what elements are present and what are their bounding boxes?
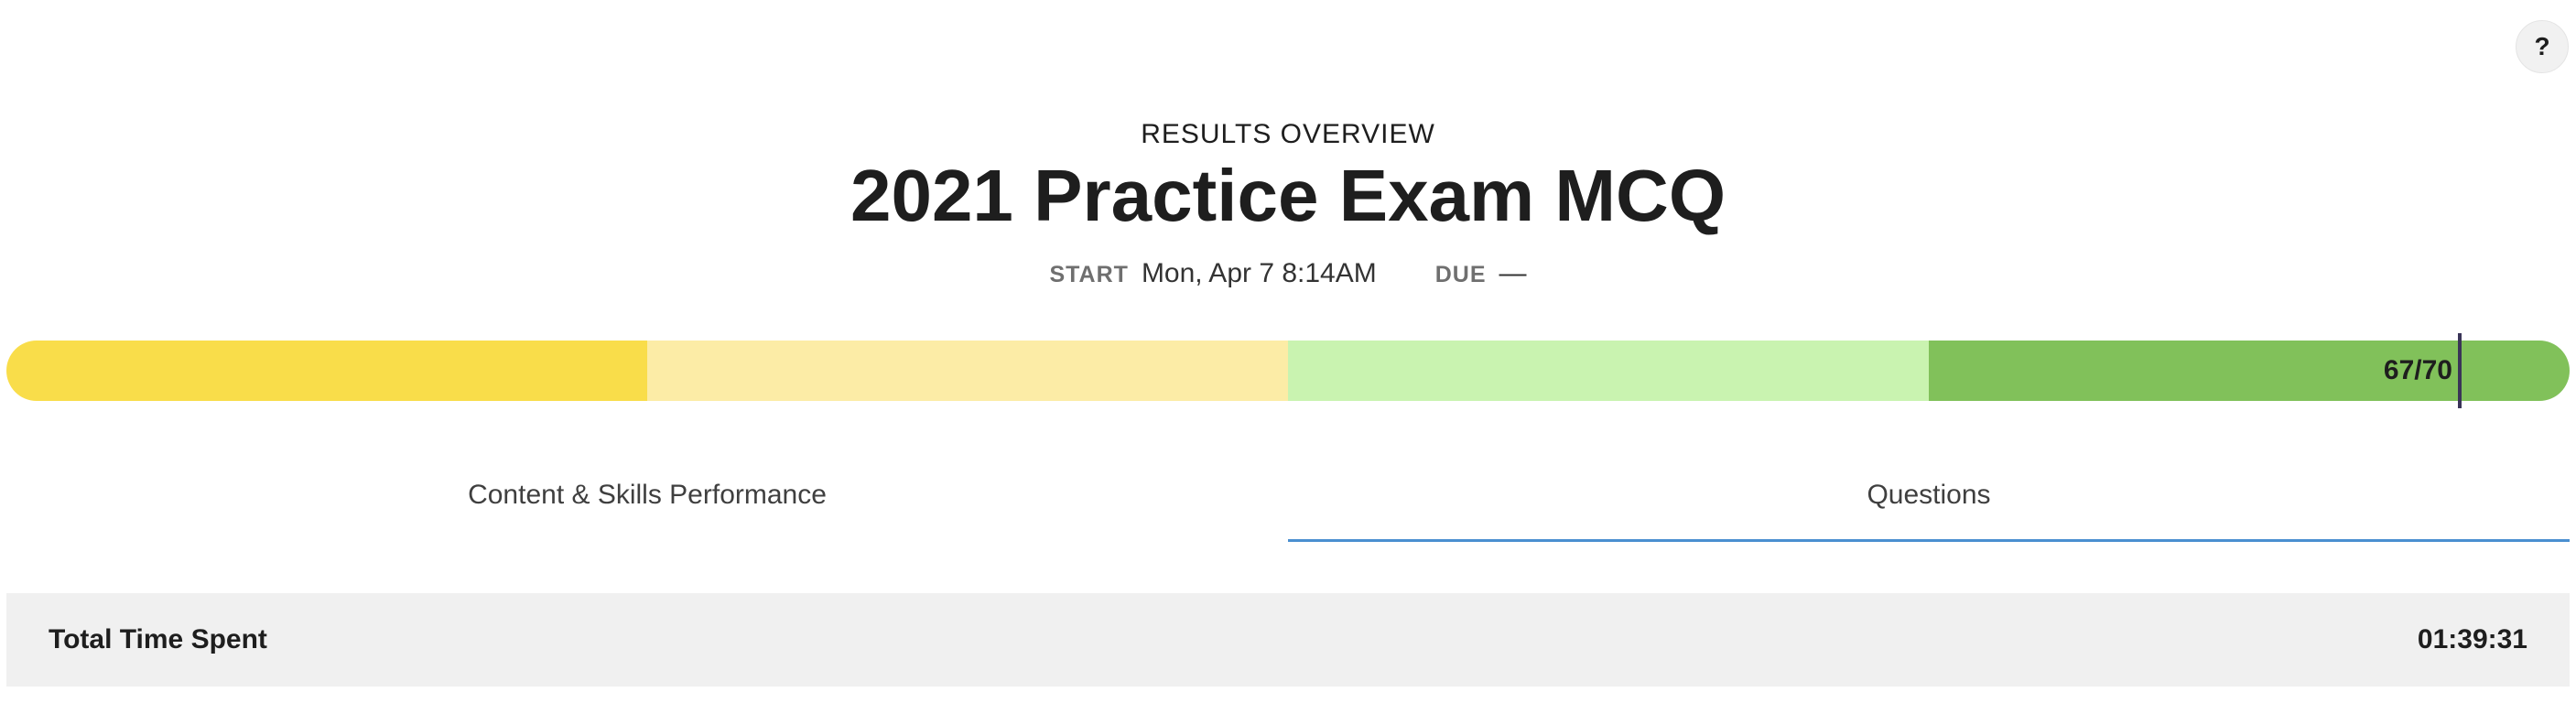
total-time-spent-row: Total Time Spent 01:39:31: [6, 593, 2570, 687]
score-bar-segment-3: [1288, 341, 1929, 401]
help-button[interactable]: ?: [2516, 20, 2569, 73]
total-time-spent-label: Total Time Spent: [49, 624, 267, 654]
tabs: Content & Skills Performance Questions: [6, 458, 2570, 542]
due-value: —: [1499, 258, 1527, 288]
total-time-spent-value: 01:39:31: [2417, 624, 2527, 654]
score-bar-segment-4: 67/70: [1929, 341, 2570, 401]
help-icon: ?: [2534, 32, 2550, 60]
due-label: DUE: [1434, 262, 1487, 287]
tab-questions[interactable]: Questions: [1288, 458, 2570, 542]
start-value: Mon, Apr 7 8:14AM: [1141, 258, 1377, 288]
score-bar-segment-1: [6, 341, 647, 401]
results-overview-eyebrow: RESULTS OVERVIEW: [1141, 119, 1435, 149]
page-title: 2021 Practice Exam MCQ: [850, 155, 1726, 236]
tab-label: Content & Skills Performance: [468, 480, 827, 510]
score-bar-segment-2: [647, 341, 1288, 401]
tab-content-skills-performance[interactable]: Content & Skills Performance: [6, 458, 1288, 542]
exam-meta: START Mon, Apr 7 8:14AM DUE —: [0, 258, 2576, 289]
score-label: 67/70: [2383, 355, 2452, 385]
start-label: START: [1049, 262, 1129, 287]
score-marker: [2458, 333, 2462, 408]
tab-label: Questions: [1867, 480, 1991, 510]
score-bar: 67/70: [6, 341, 2570, 401]
